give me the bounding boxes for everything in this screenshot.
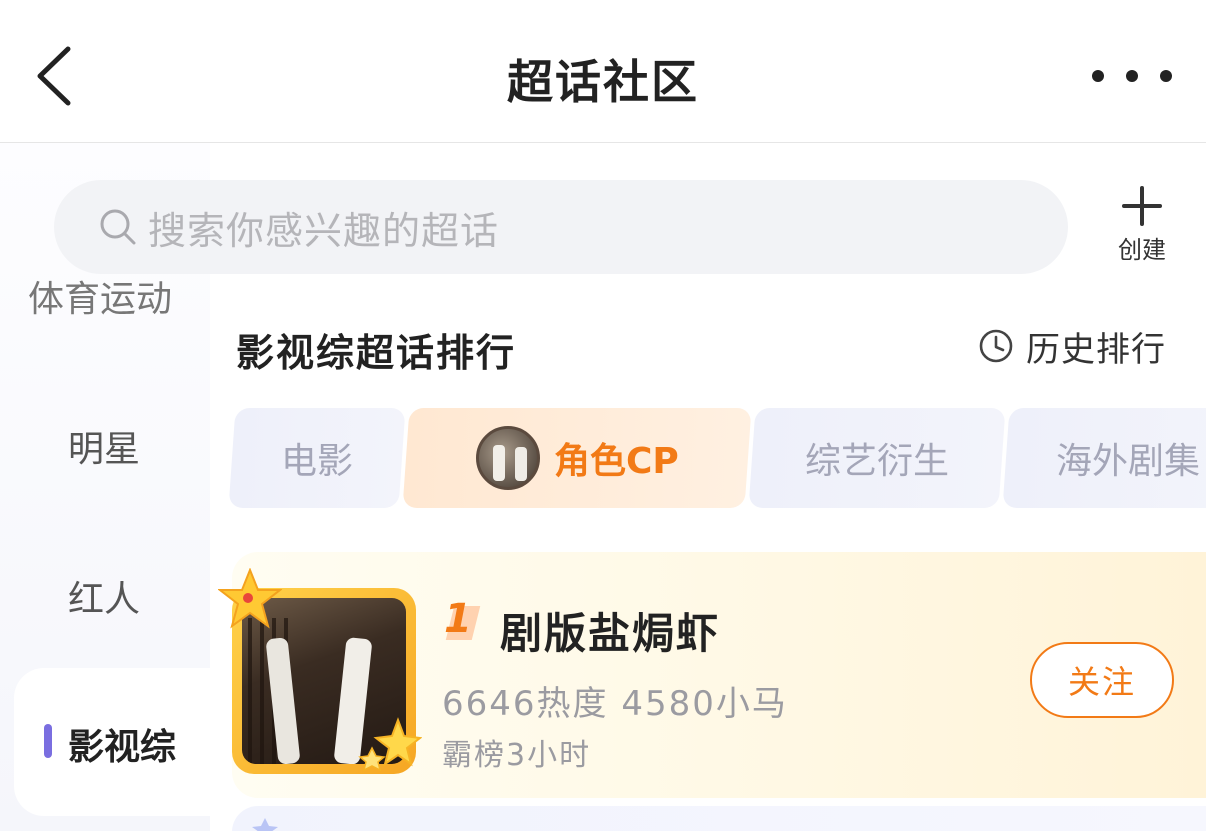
tab-variety-derivatives[interactable]: 综艺衍生 (748, 408, 1006, 508)
more-button[interactable] (1092, 56, 1172, 96)
star-badge-icon (218, 568, 282, 629)
rank-number-text: 1 (444, 596, 472, 642)
sidebar-item-stars[interactable]: 明星 (68, 420, 140, 472)
ranking-item-next[interactable] (232, 806, 1206, 831)
sidebar-item-influencers[interactable]: 红人 (68, 570, 140, 622)
top-nav-bar: 超话社区 (0, 0, 1206, 143)
history-label: 历史排行 (1026, 329, 1166, 370)
create-button[interactable]: 创建 (1104, 184, 1180, 268)
clock-icon (979, 329, 1013, 363)
search-input[interactable]: 搜索你感兴趣的超话 (54, 180, 1068, 274)
tab-movies[interactable]: 电影 (228, 408, 406, 508)
active-indicator (44, 724, 52, 758)
tab-label: 综艺衍生 (804, 441, 949, 482)
history-ranking-button[interactable]: 历史排行 (978, 326, 1166, 370)
search-icon (100, 209, 136, 245)
plus-icon (1122, 186, 1162, 226)
topic-top-duration: 霸榜3小时 (442, 738, 592, 773)
sidebar-item-sports[interactable]: 体育运动 (28, 270, 172, 322)
topic-name[interactable]: 剧版盐焗虾 (500, 600, 720, 661)
search-placeholder: 搜索你感兴趣的超话 (148, 208, 500, 253)
rank-number: 1 (440, 596, 476, 644)
sparkle-stars-icon (358, 717, 422, 772)
sidebar-item-film-tv-variety[interactable]: 影视综 (14, 668, 224, 816)
tab-character-cp[interactable]: 角色CP (402, 408, 752, 508)
create-label: 创建 (1118, 236, 1166, 264)
tab-label: 角色CP (553, 441, 679, 482)
tab-overseas-series[interactable]: 海外剧集 (1002, 408, 1206, 508)
tab-label: 电影 (280, 441, 353, 482)
follow-button[interactable]: 关注 (1030, 642, 1174, 718)
star-badge-icon (252, 818, 278, 831)
sidebar-item-label: 影视综 (68, 727, 177, 768)
tab-label: 海外剧集 (1056, 441, 1201, 482)
section-title: 影视综超话排行 (236, 331, 517, 375)
page-title: 超话社区 (507, 55, 699, 109)
more-dot (1160, 70, 1172, 82)
more-dots-icon (1092, 70, 1104, 82)
topic-stats: 6646热度 4580小马 (442, 684, 788, 724)
tab-avatar-image (475, 426, 540, 490)
more-dot (1126, 70, 1138, 82)
